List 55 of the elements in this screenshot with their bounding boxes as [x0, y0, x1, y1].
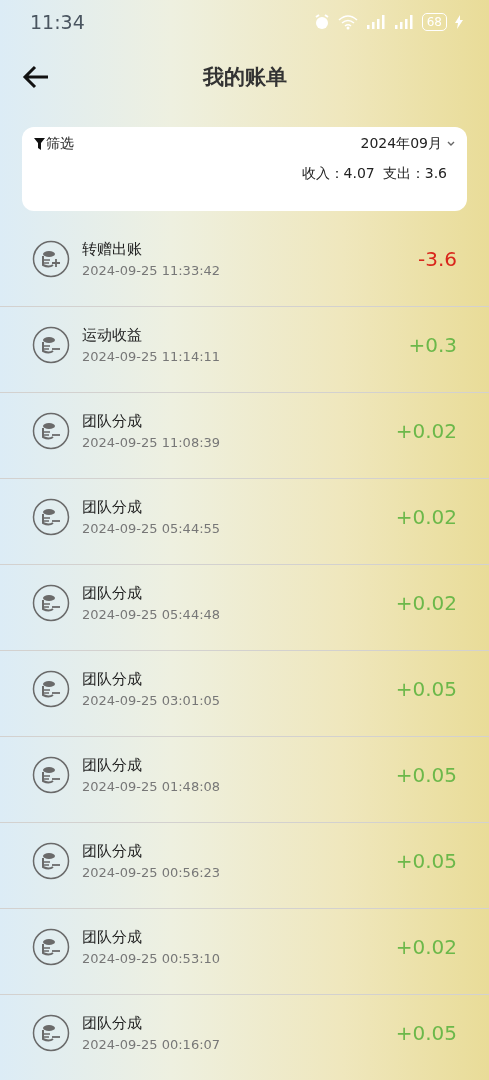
record-amount: +0.02 [395, 504, 457, 529]
expense-total: 支出：3.6 [382, 165, 447, 183]
month-picker[interactable]: 2024年09月 [360, 135, 455, 153]
record-time: 2024-09-25 00:56:23 [82, 864, 222, 880]
record-title: 团队分成 [82, 411, 143, 431]
record-title: 转赠出账 [82, 239, 143, 259]
record-title: 团队分成 [82, 755, 143, 775]
coin-stack-icon [32, 669, 70, 708]
record-amount: +0.02 [395, 590, 457, 615]
record-time: 2024-09-25 05:44:48 [82, 606, 222, 622]
record-time: 2024-09-25 00:53:10 [82, 950, 222, 966]
record-title: 运动收益 [82, 325, 143, 345]
record-time: 2024-09-25 00:16:07 [82, 1036, 222, 1052]
record-title: 团队分成 [82, 583, 143, 603]
record-title: 团队分成 [82, 669, 143, 689]
coin-stack-icon [32, 239, 70, 278]
record-title: 团队分成 [82, 497, 143, 517]
record-amount: +0.05 [395, 1020, 457, 1045]
record-time: 2024-09-25 11:14:11 [82, 348, 222, 364]
page-title: 我的账单 [202, 64, 287, 91]
coin-stack-icon [32, 583, 70, 622]
record-amount: +0.05 [395, 848, 457, 873]
wifi-icon [337, 14, 358, 30]
status-time: 11:34 [30, 11, 85, 33]
alarm-icon [313, 14, 330, 30]
record-amount: +0.3 [408, 332, 457, 357]
chevron-down-icon [447, 141, 455, 147]
record-amount: +0.02 [395, 934, 457, 959]
record-time: 2024-09-25 05:44:55 [82, 520, 222, 536]
coin-stack-icon [32, 325, 70, 364]
record-amount: +0.02 [395, 418, 457, 443]
filter-icon [34, 138, 45, 150]
record-time: 2024-09-25 11:33:42 [82, 262, 222, 278]
record-time: 2024-09-25 11:08:39 [82, 434, 222, 450]
back-button[interactable] [22, 64, 50, 90]
record-title: 团队分成 [82, 927, 143, 947]
battery-level: 68 [421, 13, 447, 31]
signal-icon [365, 15, 386, 29]
record-amount: +0.05 [395, 762, 457, 787]
record-time: 2024-09-25 01:48:08 [82, 778, 222, 794]
coin-stack-icon [32, 411, 70, 450]
record-title: 团队分成 [82, 1013, 143, 1033]
coin-stack-icon [32, 841, 70, 880]
record-time: 2024-09-25 03:01:05 [82, 692, 222, 708]
coin-stack-icon [32, 755, 70, 794]
record-title: 团队分成 [82, 841, 143, 861]
coin-stack-icon [32, 1013, 70, 1052]
income-total: 收入：4.07 [301, 165, 375, 183]
coin-stack-icon [32, 927, 70, 966]
filter-button[interactable]: 筛选 [34, 135, 74, 153]
charging-icon [455, 15, 463, 29]
record-amount: -3.6 [417, 246, 457, 271]
record-amount: +0.05 [395, 676, 457, 701]
signal-icon [393, 15, 414, 29]
coin-stack-icon [32, 497, 70, 536]
